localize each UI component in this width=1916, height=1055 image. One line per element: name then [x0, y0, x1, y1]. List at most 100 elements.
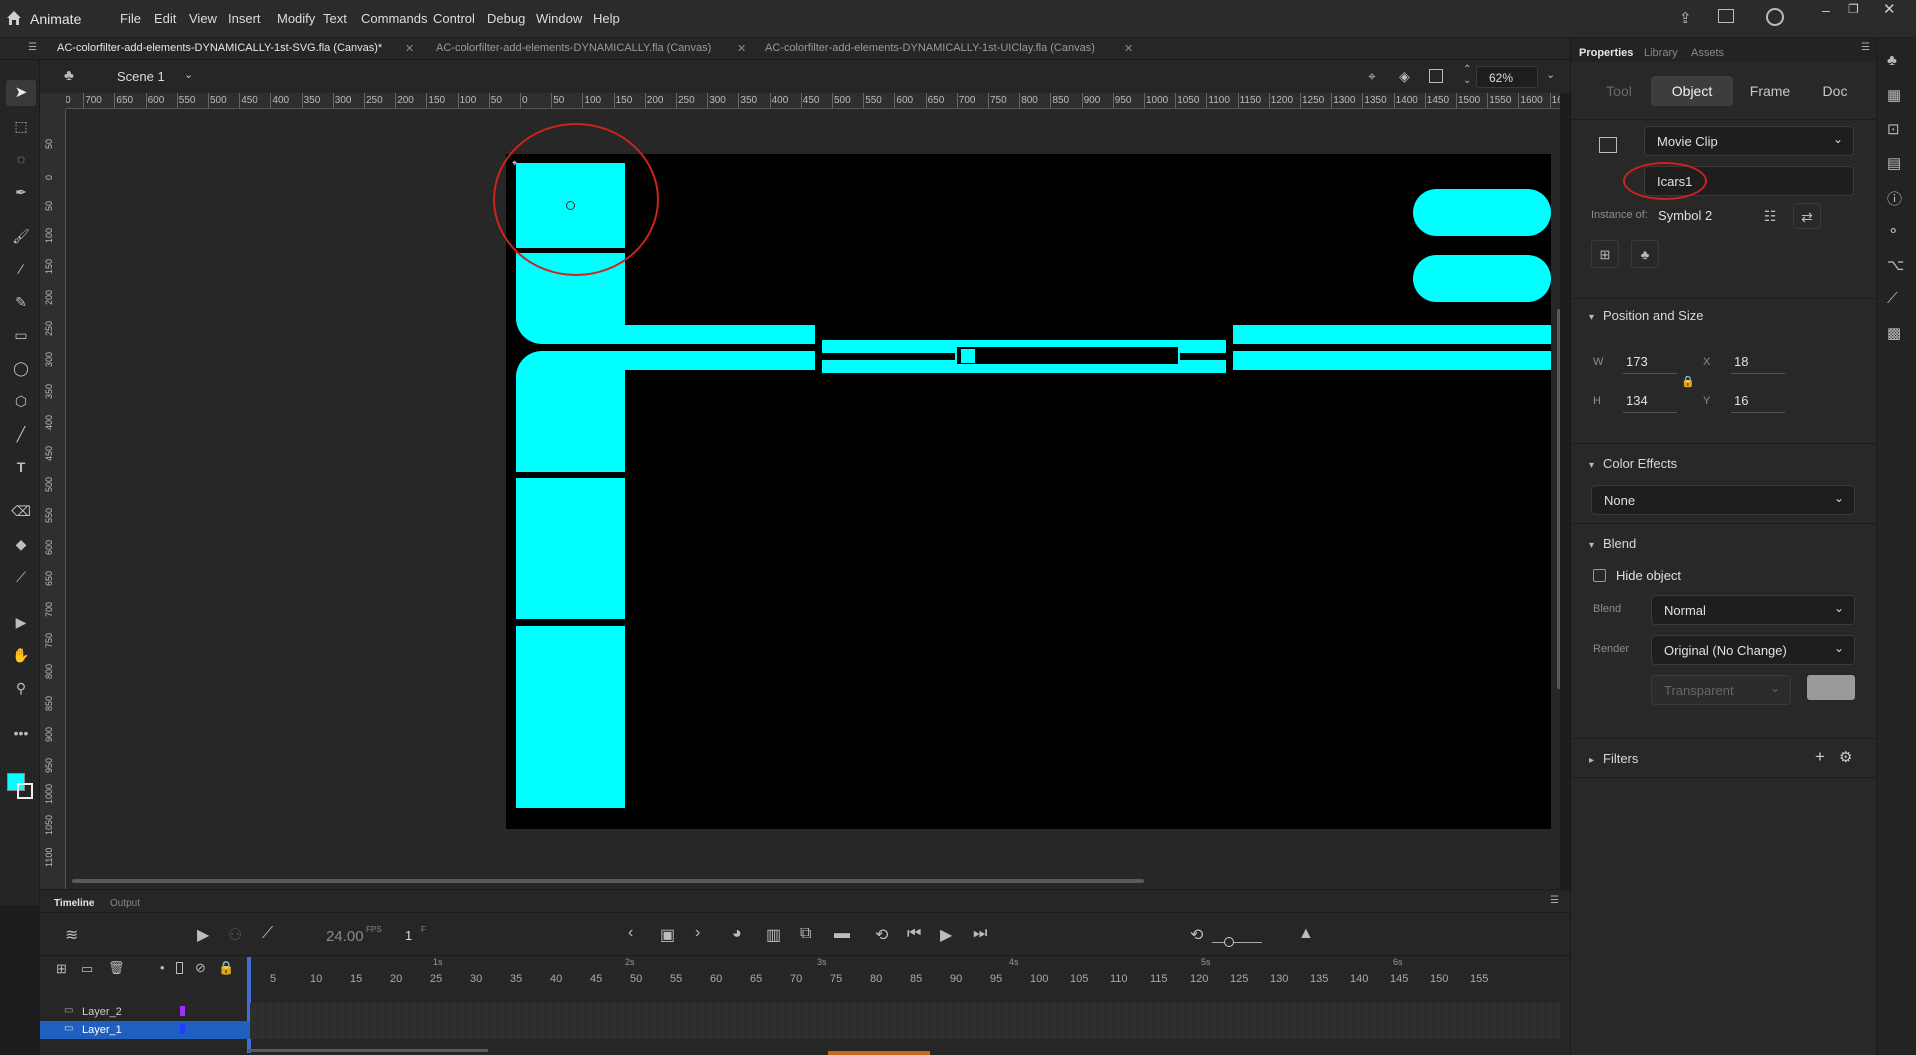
tween-icon[interactable]: ⧉ — [800, 925, 811, 943]
camera-icon[interactable]: ▶ — [10, 611, 32, 633]
render-dropdown[interactable]: Original (No Change) ⌄ — [1651, 635, 1855, 665]
swap-symbol-icon[interactable]: ⇄ — [1793, 203, 1821, 229]
lock-icon[interactable]: 🔒 — [1681, 375, 1695, 388]
chevron-right-icon[interactable]: › — [695, 924, 700, 942]
subtab-tool[interactable]: Tool — [1593, 76, 1645, 106]
close-tab-icon[interactable]: ✕ — [405, 42, 414, 55]
symbol-icon[interactable]: ♣ — [64, 67, 74, 84]
more-tools-icon[interactable]: ••• — [10, 722, 32, 744]
fps-value[interactable]: 24.00 — [326, 928, 364, 945]
transform-dock-icon[interactable]: ⊡ — [1887, 120, 1900, 138]
h-value[interactable]: 134 — [1626, 393, 1648, 408]
menu-view[interactable]: View — [189, 11, 217, 26]
zoom-icon[interactable]: ⚲ — [10, 677, 32, 699]
layer-name[interactable]: Layer_2 — [82, 1006, 122, 1018]
edit-multiple-icon[interactable]: ▥ — [766, 925, 781, 945]
lcars-elbow-lower[interactable] — [516, 351, 625, 472]
delete-layer-icon[interactable]: 🗑 — [108, 960, 125, 976]
blend-dropdown[interactable]: Normal ⌄ — [1651, 595, 1855, 625]
lcars-pill-bottom[interactable] — [1413, 255, 1551, 302]
frame-value[interactable]: 1 — [405, 928, 412, 943]
zoom-dropdown-icon[interactable]: ⌄ — [1546, 68, 1555, 81]
graph-icon[interactable]: ⟋ — [262, 925, 273, 943]
hand-icon[interactable]: ✋ — [10, 644, 32, 666]
layer-name[interactable]: Layer_1 — [82, 1024, 122, 1036]
menu-commands[interactable]: Commands — [361, 11, 427, 26]
transparent-dropdown[interactable]: Transparent ⌄ — [1651, 675, 1791, 705]
tab-properties[interactable]: Properties — [1579, 47, 1633, 59]
background-color-swatch[interactable] — [1807, 675, 1855, 700]
doc-tab-2[interactable]: AC-colorfilter-add-elements-DYNAMICALLY.… — [436, 42, 711, 54]
menu-help[interactable]: Help — [593, 11, 620, 26]
brush-icon[interactable]: ∕ — [10, 258, 32, 280]
w-value[interactable]: 173 — [1626, 354, 1648, 369]
selection-tool-icon[interactable]: ➤ — [6, 80, 36, 106]
close-tab-icon[interactable]: ✕ — [737, 42, 746, 55]
add-filter-icon[interactable]: + — [1815, 747, 1825, 767]
symbol-type-dropdown[interactable]: Movie Clip ⌄ — [1644, 126, 1854, 156]
lcars-block-mid[interactable] — [516, 478, 625, 619]
subtab-frame[interactable]: Frame — [1739, 76, 1801, 106]
hide-object-checkbox[interactable] — [1593, 569, 1606, 582]
tab-output[interactable]: Output — [110, 898, 140, 909]
center-frame-icon[interactable]: ▣ — [660, 925, 675, 945]
chevron-down-icon[interactable]: ⌄ — [184, 68, 193, 81]
align-dock-icon[interactable]: ▤ — [1887, 154, 1901, 172]
color-effect-dropdown[interactable]: None ⌄ — [1591, 485, 1855, 515]
pasteboard[interactable]: ⌖ — [66, 109, 1560, 889]
panel-menu-icon[interactable]: ☰ — [1861, 42, 1870, 53]
reset-icon[interactable]: ⟲ — [1190, 925, 1203, 945]
step-forward-icon[interactable]: ⏭ — [973, 925, 987, 943]
filter-settings-icon[interactable]: ⚙ — [1839, 748, 1852, 766]
motion-editor-dock-icon[interactable]: ⟋ — [1887, 290, 1898, 307]
subtab-object[interactable]: Object — [1651, 76, 1733, 106]
properties-dock-icon[interactable]: ♣ — [1887, 52, 1897, 69]
menu-edit[interactable]: Edit — [154, 11, 176, 26]
tab-timeline[interactable]: Timeline — [54, 898, 94, 909]
subtab-doc[interactable]: Doc — [1807, 76, 1863, 106]
doc-tab-1[interactable]: AC-colorfilter-add-elements-DYNAMICALLY-… — [57, 42, 382, 54]
frames-grid[interactable] — [250, 1003, 1560, 1039]
paint-bucket-icon[interactable]: ◆ — [10, 533, 32, 555]
eyedropper-icon[interactable]: ⟋ — [10, 566, 32, 588]
position-size-header[interactable]: ▾ Position and Size — [1589, 308, 1703, 323]
filters-header[interactable]: ▸ Filters — [1589, 751, 1638, 766]
clip-icon[interactable]: ◈ — [1399, 68, 1410, 85]
zoom-slider[interactable] — [1212, 942, 1262, 943]
components-dock-icon[interactable]: ▩ — [1887, 324, 1901, 342]
keyframe-icon[interactable]: ▬ — [834, 925, 850, 943]
pen-icon[interactable]: ✒ — [10, 181, 32, 203]
horizontal-scrollbar[interactable] — [72, 879, 1144, 883]
paint-brush-icon[interactable]: 🖌 — [10, 225, 32, 247]
camera-icon[interactable]: ▶ — [197, 925, 209, 945]
menu-file[interactable]: File — [120, 11, 141, 26]
timeline-scrollbar[interactable] — [248, 1049, 488, 1052]
lcars-bar-right-lower[interactable] — [1233, 351, 1551, 370]
free-transform-icon[interactable]: ⬚ — [10, 115, 32, 137]
hide-object-label[interactable]: Hide object — [1616, 568, 1681, 583]
lcars-bar-lower-left[interactable] — [625, 351, 815, 370]
close-icon[interactable]: ✕ — [1883, 0, 1896, 18]
stage[interactable]: ⌖ — [506, 154, 1551, 829]
stroke-color-swatch[interactable] — [17, 783, 33, 799]
panel-toggle-icon[interactable]: ☰ — [28, 42, 37, 53]
text-tool-icon[interactable]: T — [10, 456, 32, 478]
fit-stage-icon[interactable] — [1429, 69, 1443, 83]
layers-icon[interactable]: ≋ — [65, 925, 78, 945]
restore-icon[interactable]: ❐ — [1848, 2, 1859, 16]
instance-of-value[interactable]: Symbol 2 — [1658, 208, 1712, 223]
lcars-bar-right-upper[interactable] — [1233, 325, 1551, 344]
rectangle-icon[interactable]: ▭ — [10, 324, 32, 346]
actions-dock-icon[interactable]: ⌥ — [1887, 256, 1904, 274]
tab-library[interactable]: Library — [1644, 47, 1678, 59]
menu-window[interactable]: Window — [536, 11, 582, 26]
hide-icon[interactable]: ⊘ — [195, 960, 206, 976]
menu-insert[interactable]: Insert — [228, 11, 261, 26]
highlight-icon[interactable]: • — [160, 960, 165, 975]
symbol-options-icon[interactable]: ☷ — [1757, 203, 1783, 229]
center-stage-icon[interactable]: ⌖ — [1368, 68, 1376, 85]
menu-text[interactable]: Text — [323, 11, 347, 26]
line-icon[interactable]: ╱ — [10, 423, 32, 445]
code-snippets-dock-icon[interactable]: ⚬ — [1887, 222, 1900, 240]
align-icon[interactable]: ⊞ — [1591, 240, 1619, 268]
